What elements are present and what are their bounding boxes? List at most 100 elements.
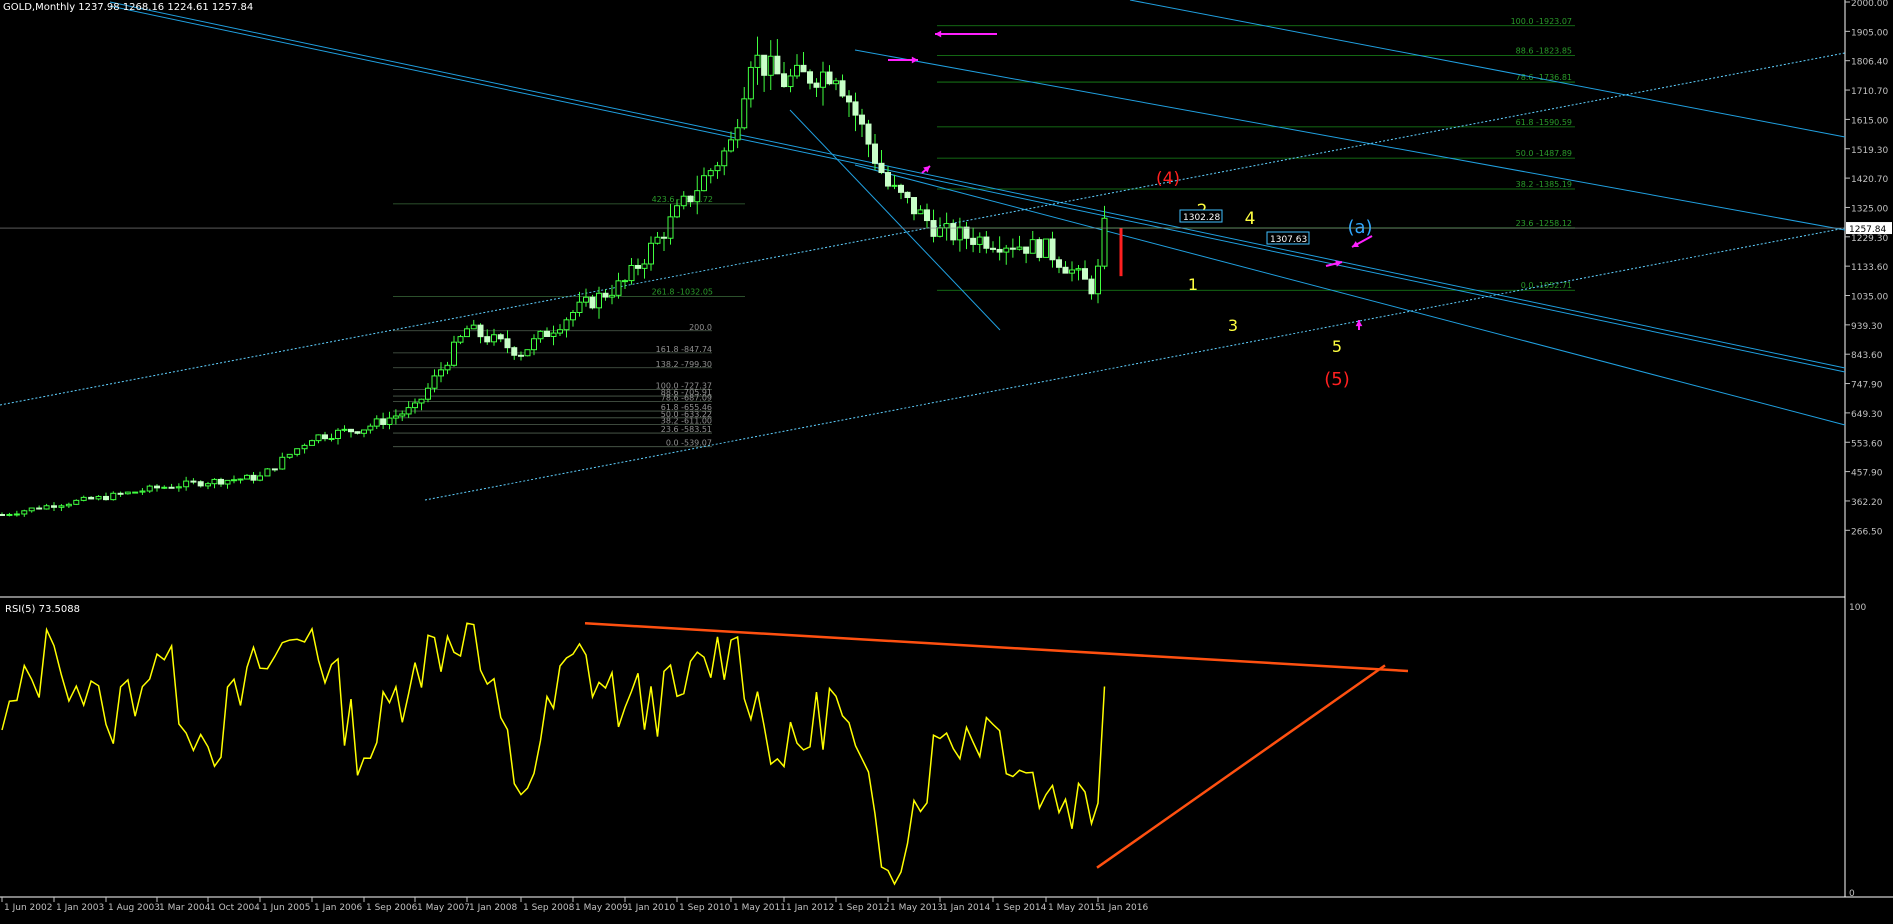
candle-body (373, 418, 380, 427)
candle-body (800, 64, 807, 73)
candle-body (754, 54, 761, 68)
candle-body (1036, 239, 1043, 258)
candle-body (531, 338, 537, 351)
candle-body (264, 468, 271, 477)
time-tick-label: 1 Jan 2012 (786, 903, 834, 913)
candle-body (380, 418, 387, 425)
candle-body (680, 195, 687, 207)
candle-body (747, 66, 754, 100)
time-tick-label: 1 Jan 2006 (314, 903, 362, 913)
candle-body (80, 496, 87, 501)
candle-body (648, 242, 654, 265)
candle-body (833, 80, 839, 85)
wave-label: 4 (1245, 209, 1256, 229)
candle-body (865, 123, 872, 145)
fib-left-label: 161.8 -847.74 (656, 345, 712, 354)
candle-body (721, 150, 728, 167)
price-tick-label: 1035.00 (1851, 293, 1888, 303)
current-price-label: 1257.84 (1849, 225, 1886, 235)
time-tick-label: 1 Jan 2010 (627, 903, 675, 913)
time-tick-label: 1 Aug 2003 (108, 903, 160, 913)
candle-body (154, 485, 160, 489)
candle-body (872, 143, 878, 164)
time-tick-label: 1 Sep 2008 (523, 903, 575, 913)
candle-body (930, 220, 937, 237)
price-tick-label: 457.90 (1851, 469, 1883, 479)
fib-left-label: 200.0 (689, 323, 712, 332)
fib-level-label: 50.0 -1487.89 (1516, 149, 1572, 158)
candle-body (767, 55, 774, 76)
candle-body (1101, 217, 1108, 267)
candle-body (781, 73, 787, 88)
time-tick-label: 1 May 2007 (417, 903, 470, 913)
candle-body (211, 478, 218, 485)
price-tick-label: 1325.00 (1851, 204, 1888, 214)
candle-body (537, 330, 544, 340)
time-tick-label: 1 Jan 2008 (469, 903, 517, 913)
candle-body (826, 71, 833, 85)
candle-body (563, 319, 570, 331)
fib-ext-label: 261.8 -1032.05 (652, 287, 713, 296)
candle-body (1029, 239, 1036, 254)
candle-body (0, 514, 5, 517)
candle-body (168, 486, 175, 489)
candle-body (701, 175, 707, 192)
candle-body (322, 434, 328, 440)
candle-body (51, 505, 57, 508)
candle-body (917, 209, 924, 215)
candle-body (996, 248, 1003, 253)
candle-body (392, 415, 399, 419)
candle-body (570, 311, 576, 321)
candle-body (43, 505, 50, 510)
candle-body (438, 369, 444, 377)
price-tick-label: 266.50 (1851, 527, 1883, 537)
candle-body (425, 387, 431, 400)
candle-body (898, 184, 904, 193)
candle-body (728, 139, 734, 152)
price-box-label: 1307.63 (1270, 235, 1307, 245)
time-tick-label: 1 Jan 2003 (56, 903, 104, 913)
candle-body (976, 236, 983, 245)
candle-body (1016, 246, 1023, 250)
candle-body (88, 496, 95, 500)
candle-body (807, 71, 813, 84)
candle-body (734, 127, 741, 141)
fib-level-label: 23.6 -1258.12 (1516, 219, 1572, 228)
candle-body (341, 428, 348, 431)
time-tick-label: 1 Jun 2002 (4, 903, 52, 913)
candle-body (451, 341, 457, 366)
time-tick-label: 1 Sep 2012 (838, 903, 889, 913)
candle-body (970, 237, 977, 245)
candle-body (943, 223, 950, 229)
candle-body (477, 324, 484, 338)
candle-body (132, 491, 139, 494)
candle-body (641, 263, 648, 269)
price-tick-label: 1519.30 (1851, 146, 1888, 156)
price-tick-label: 553.60 (1851, 439, 1883, 449)
time-tick-label: 1 Sep 2006 (366, 903, 418, 913)
rsi-label: RSI(5) 73.5088 (5, 604, 80, 615)
candle-body (820, 71, 826, 88)
time-tick-label: 1 Oct 2004 (210, 903, 260, 913)
candle-body (279, 456, 286, 470)
price-tick-label: 1420.70 (1851, 175, 1888, 185)
candle-body (457, 336, 464, 343)
candle-body (794, 64, 800, 77)
candle-body (615, 280, 622, 296)
price-tick-label: 939.30 (1851, 322, 1883, 332)
candle-body (956, 226, 963, 241)
candle-body (1056, 259, 1062, 268)
candle-body (674, 205, 680, 218)
candle-body (1075, 268, 1082, 271)
wave-label: 1 (1188, 275, 1198, 294)
candle-body (589, 296, 596, 309)
candle-body (124, 491, 131, 495)
candle-body (13, 513, 20, 516)
candle-body (470, 324, 477, 330)
candle-body (602, 292, 609, 298)
candle-body (244, 474, 250, 480)
fib-left-label: 23.6 -583.51 (661, 425, 712, 434)
candle-body (787, 75, 794, 88)
chart-canvas[interactable]: 100.0 -1923.07 88.6 -1823.85 78.6 -1736.81… (0, 0, 1893, 924)
candle-body (576, 301, 583, 313)
